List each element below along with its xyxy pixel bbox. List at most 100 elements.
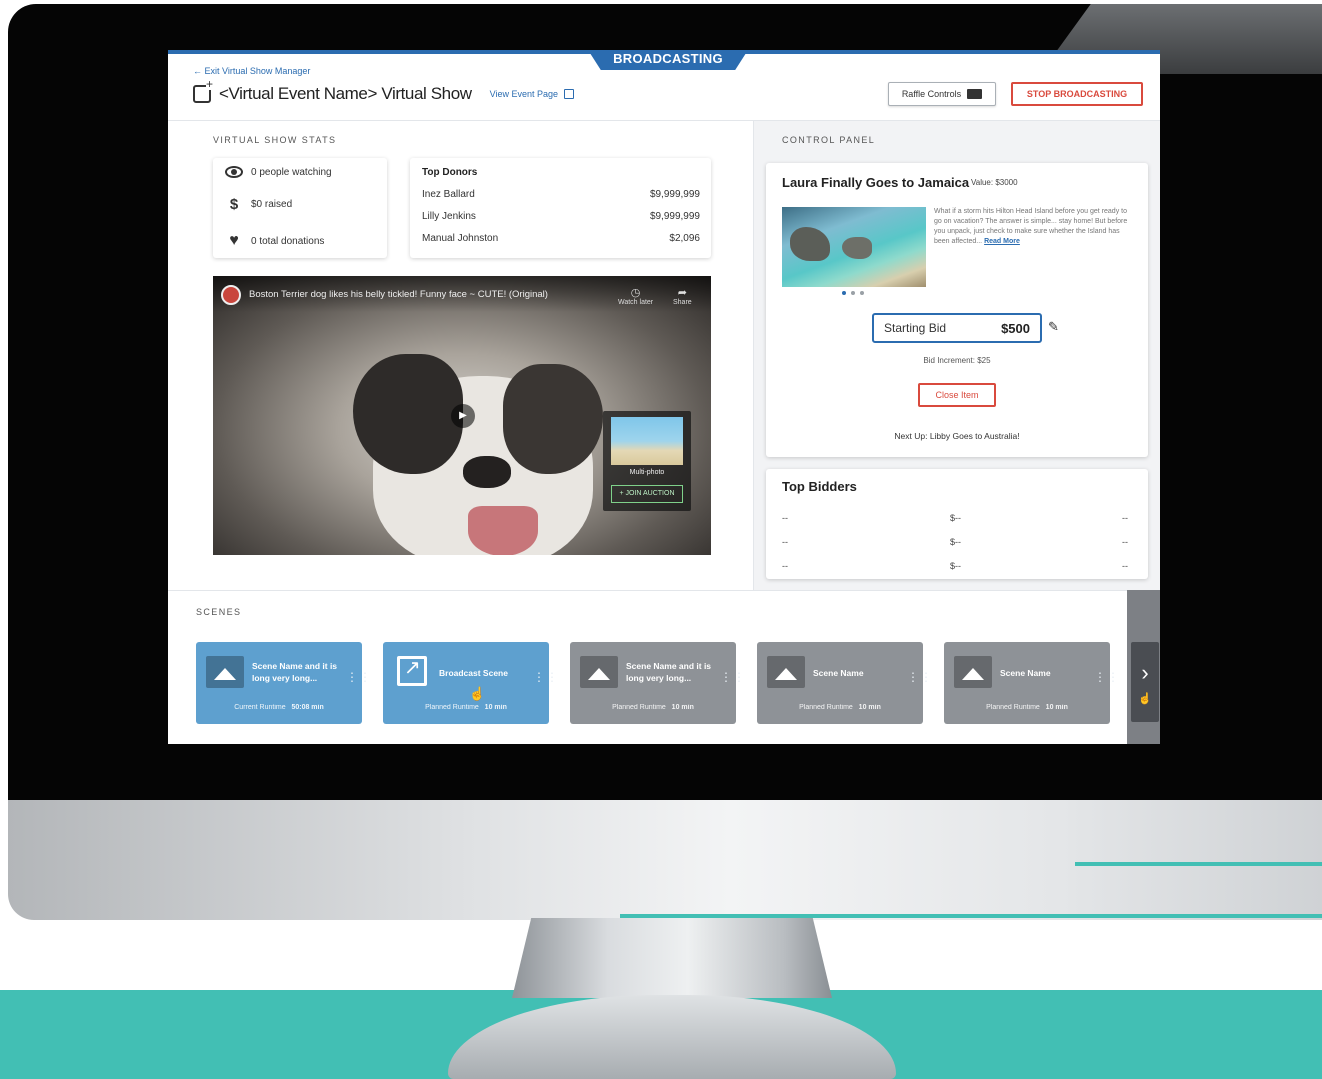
dog-video-frame (333, 336, 613, 555)
bidder-name: -- (782, 513, 788, 523)
scene-runtime: Planned Runtime 10 min (570, 704, 736, 711)
rock-shape (842, 237, 872, 259)
stats-section-label: VIRTUAL SHOW STATS (213, 135, 337, 145)
scene-card[interactable]: Scene Name ⋮⋮ Planned Runtime 10 min (944, 642, 1119, 724)
drag-handle-icon[interactable]: ⋮⋮ (1094, 671, 1120, 683)
event-calendar-icon (193, 78, 214, 103)
eye-icon (225, 166, 243, 178)
stats-column: VIRTUAL SHOW STATS 0 people watching $ $… (168, 121, 753, 590)
photo-carousel-dots (842, 291, 864, 295)
watch-later-label: Watch later (618, 299, 654, 306)
top-bidders-title: Top Bidders (782, 479, 857, 494)
donor-name: Inez Ballard (422, 189, 475, 200)
share-button[interactable]: ➦ Share (673, 286, 692, 306)
bid-increment: Bid Increment: $25 (923, 356, 991, 365)
raffle-controls-button[interactable]: Raffle Controls (888, 82, 996, 106)
donor-amount: $2,096 (669, 233, 700, 244)
scene-card[interactable]: Scene Name and it is long very long... ⋮… (570, 642, 745, 724)
runtime-label: Planned Runtime (986, 704, 1040, 711)
raised-text: $0 raised (251, 199, 293, 210)
auction-item-card: Laura Finally Goes to Jamaica Value: $30… (766, 163, 1148, 457)
donor-row: Manual Johnston $2,096 (422, 233, 700, 244)
drag-handle-icon[interactable]: ⋮⋮ (720, 671, 746, 683)
donor-row: Inez Ballard $9,999,999 (422, 189, 700, 200)
runtime-value: 10 min (484, 704, 507, 711)
scene-name: Broadcast Scene (439, 668, 508, 678)
chevron-right-icon: › (1141, 659, 1149, 685)
close-item-button[interactable]: Close Item (918, 383, 996, 407)
stop-broadcasting-button[interactable]: STOP BROADCASTING (1011, 82, 1143, 106)
top-donors-card: Top Donors Inez Ballard $9,999,999 Lilly… (410, 158, 711, 258)
broadcasting-tab: BROADCASTING (588, 50, 748, 70)
page-title-row: <Virtual Event Name> Virtual Show View E… (193, 78, 575, 104)
carousel-dot[interactable] (860, 291, 864, 295)
edit-pencil-icon[interactable]: ✎ (1048, 319, 1059, 335)
bidder-amount: $-- (950, 513, 961, 523)
watch-later-button[interactable]: ◷ Watch later (618, 286, 653, 306)
stage: BROADCASTING ← Exit Virtual Show Manager… (0, 0, 1322, 1079)
image-icon (767, 656, 805, 688)
image-icon (954, 656, 992, 688)
view-event-link[interactable]: View Event Page (489, 89, 575, 99)
bidder-amount: $-- (950, 561, 961, 571)
bidder-time: -- (1122, 537, 1128, 547)
watching-text: 0 people watching (251, 166, 332, 178)
scene-runtime: Planned Runtime 10 min (383, 704, 549, 711)
heart-icon: ♥ (229, 232, 239, 249)
clock-icon: ◷ (630, 287, 641, 299)
drag-handle-icon[interactable]: ⋮⋮ (533, 671, 559, 683)
next-up-text: Next Up: Libby Goes to Australia! (894, 431, 1020, 441)
item-description: What if a storm hits Hilton Head Island … (934, 207, 1132, 247)
monitor-stand-neck (512, 918, 832, 998)
share-arrow-icon: ➦ (677, 287, 687, 299)
runtime-value: 10 min (1045, 704, 1068, 711)
starting-bid-label: Starting Bid (884, 321, 947, 335)
item-description-text: What if a storm hits Hilton Head Island … (934, 208, 1128, 245)
starting-bid-field[interactable]: Starting Bid $500 (872, 313, 1042, 343)
image-icon (580, 656, 618, 688)
top-donors-title: Top Donors (422, 167, 478, 178)
donations-text: 0 total donations (251, 235, 325, 247)
donor-amount: $9,999,999 (649, 211, 700, 222)
view-event-label: View Event Page (489, 89, 559, 99)
runtime-label: Current Runtime (234, 704, 286, 711)
dollar-icon: $ (229, 196, 239, 213)
video-title[interactable]: Boston Terrier dog likes his belly tickl… (249, 289, 548, 300)
beach-thumbnail (611, 417, 683, 465)
ticket-icon (967, 89, 983, 99)
runtime-value: 10 min (671, 704, 694, 711)
channel-avatar[interactable] (221, 285, 241, 305)
scenes-section-label: SCENES (196, 607, 242, 617)
scene-card-broadcast[interactable]: Broadcast Scene ☝ ⋮⋮ Planned Runtime 10 … (383, 642, 558, 724)
scene-name: Scene Name and it is long very long... (252, 661, 338, 683)
scene-runtime: Planned Runtime 10 min (944, 704, 1110, 711)
donor-name: Lilly Jenkins (422, 211, 476, 222)
dog-nose (463, 456, 511, 488)
bidder-name: -- (782, 537, 788, 547)
runtime-label: Planned Runtime (425, 704, 479, 711)
join-auction-button[interactable]: + JOIN AUCTION (611, 485, 683, 503)
play-icon[interactable]: ▶ (451, 404, 475, 428)
item-photo[interactable] (782, 207, 926, 287)
read-more-link[interactable]: Read More (984, 238, 1020, 245)
scene-card-current[interactable]: Scene Name and it is long very long... ⋮… (196, 642, 371, 724)
drag-handle-icon[interactable]: ⋮⋮ (346, 671, 372, 683)
app-screen: BROADCASTING ← Exit Virtual Show Manager… (168, 50, 1160, 744)
carousel-dot[interactable] (842, 291, 846, 295)
scenes-strip: SCENES Scene Name and it is long very lo… (168, 590, 1160, 744)
scenes-next-button[interactable]: › ☝ (1131, 642, 1159, 722)
raised-stat: $ $0 raised (225, 196, 292, 213)
donor-amount: $9,999,999 (649, 189, 700, 200)
scene-card[interactable]: Scene Name ⋮⋮ Planned Runtime 10 min (757, 642, 932, 724)
exit-link[interactable]: ← Exit Virtual Show Manager (193, 66, 310, 76)
video-player[interactable]: Boston Terrier dog likes his belly tickl… (213, 276, 711, 555)
carousel-dot[interactable] (851, 291, 855, 295)
item-title: Laura Finally Goes to Jamaica (782, 175, 970, 190)
control-panel-label: CONTROL PANEL (782, 135, 876, 145)
drag-handle-icon[interactable]: ⋮⋮ (907, 671, 933, 683)
monitor-chin (8, 800, 1322, 920)
scene-name: Scene Name and it is long very long... (626, 661, 712, 683)
top-bidders-card: Top Bidders -- $-- -- -- $-- -- -- $-- -… (766, 469, 1148, 579)
bidder-amount: $-- (950, 537, 961, 547)
item-value: Value: $3000 (971, 178, 1018, 187)
